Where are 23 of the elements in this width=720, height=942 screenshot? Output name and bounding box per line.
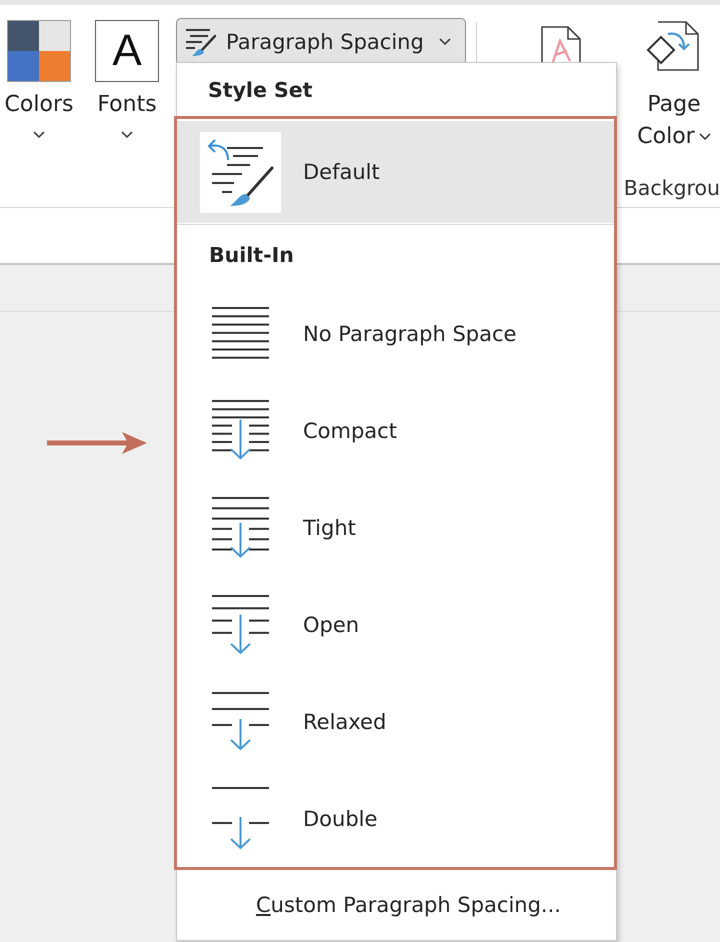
lines-brush-icon <box>184 26 218 56</box>
brush-lines-icon <box>200 132 281 212</box>
caret-icon <box>121 131 133 138</box>
fonts-button[interactable]: A Fonts <box>91 20 163 138</box>
caret-icon <box>698 133 711 140</box>
paragraph-spacing-button[interactable]: Paragraph Spacing <box>176 18 466 65</box>
colors-button[interactable]: Colors <box>3 20 75 138</box>
caret-icon <box>33 131 45 138</box>
section-header: Built-In <box>209 242 294 268</box>
lines-icon <box>212 307 269 360</box>
spacing-arrow-icon <box>212 594 269 654</box>
page-color-button[interactable]: Page Color <box>630 20 718 153</box>
spacing-arrow-icon <box>212 787 269 850</box>
section-header: Style Set <box>208 76 312 102</box>
group-label: Backgrou <box>624 176 720 200</box>
spacing-arrow-icon <box>212 496 269 558</box>
font-icon: A <box>95 20 159 82</box>
caret-icon <box>438 38 451 45</box>
menu-item[interactable]: Custom Paragraph Spacing... <box>177 870 616 940</box>
menu-item[interactable]: Default <box>177 121 614 223</box>
spacing-arrow-icon <box>212 692 269 751</box>
spacing-arrow-icon <box>212 400 269 461</box>
color-swatch-icon <box>7 20 71 82</box>
